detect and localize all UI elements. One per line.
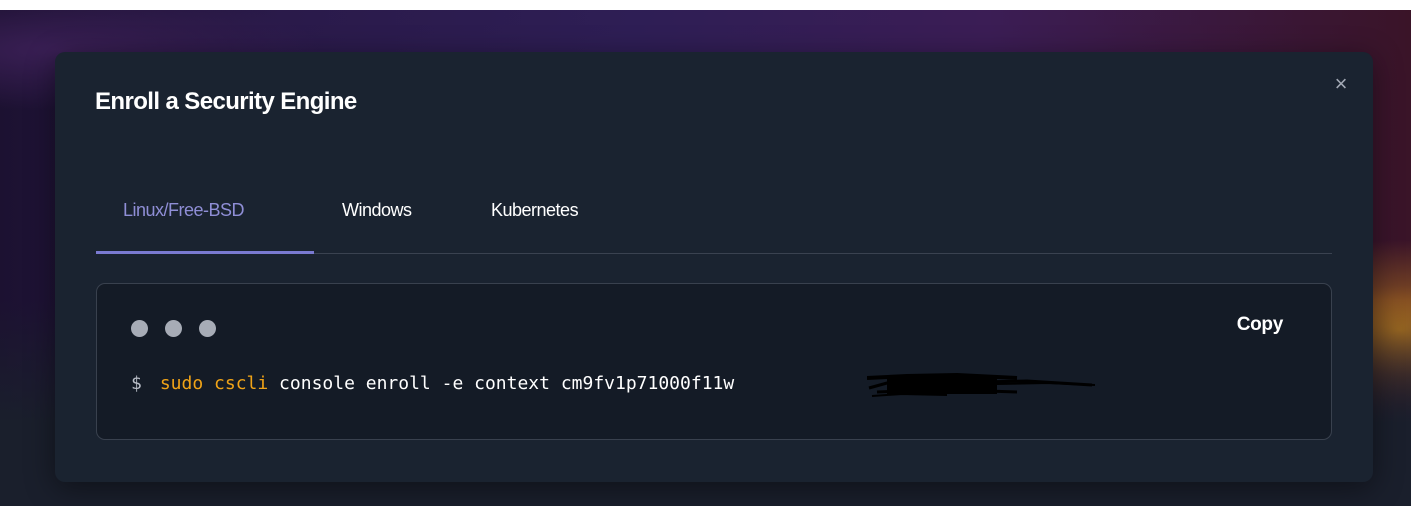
- code-block: Copy $ sudo cscli console enroll -e conte…: [96, 283, 1332, 440]
- command-line[interactable]: $ sudo cscli console enroll -e context cm…: [131, 373, 734, 394]
- tab-windows[interactable]: Windows: [342, 200, 412, 221]
- dot-icon: [131, 320, 148, 337]
- copy-button[interactable]: Copy: [1237, 314, 1284, 336]
- dot-icon: [199, 320, 216, 337]
- close-icon[interactable]: ×: [1331, 73, 1351, 95]
- tab-bar: Linux/Free-BSD Windows Kubernetes: [96, 176, 1332, 254]
- dot-icon: [165, 320, 182, 337]
- enroll-modal: Enroll a Security Engine × Linux/Free-BS…: [55, 52, 1373, 482]
- redaction-scribble: [867, 372, 1095, 397]
- tab-linux-free-bsd[interactable]: Linux/Free-BSD: [123, 200, 245, 221]
- active-tab-indicator: [96, 251, 314, 254]
- modal-title: Enroll a Security Engine: [95, 88, 357, 115]
- command-keyword: sudo cscli: [159, 373, 269, 394]
- tab-kubernetes[interactable]: Kubernetes: [491, 200, 579, 221]
- command-text: console enroll -e context cm9fv1p71000f1…: [268, 373, 735, 394]
- shell-prompt: $: [131, 373, 142, 394]
